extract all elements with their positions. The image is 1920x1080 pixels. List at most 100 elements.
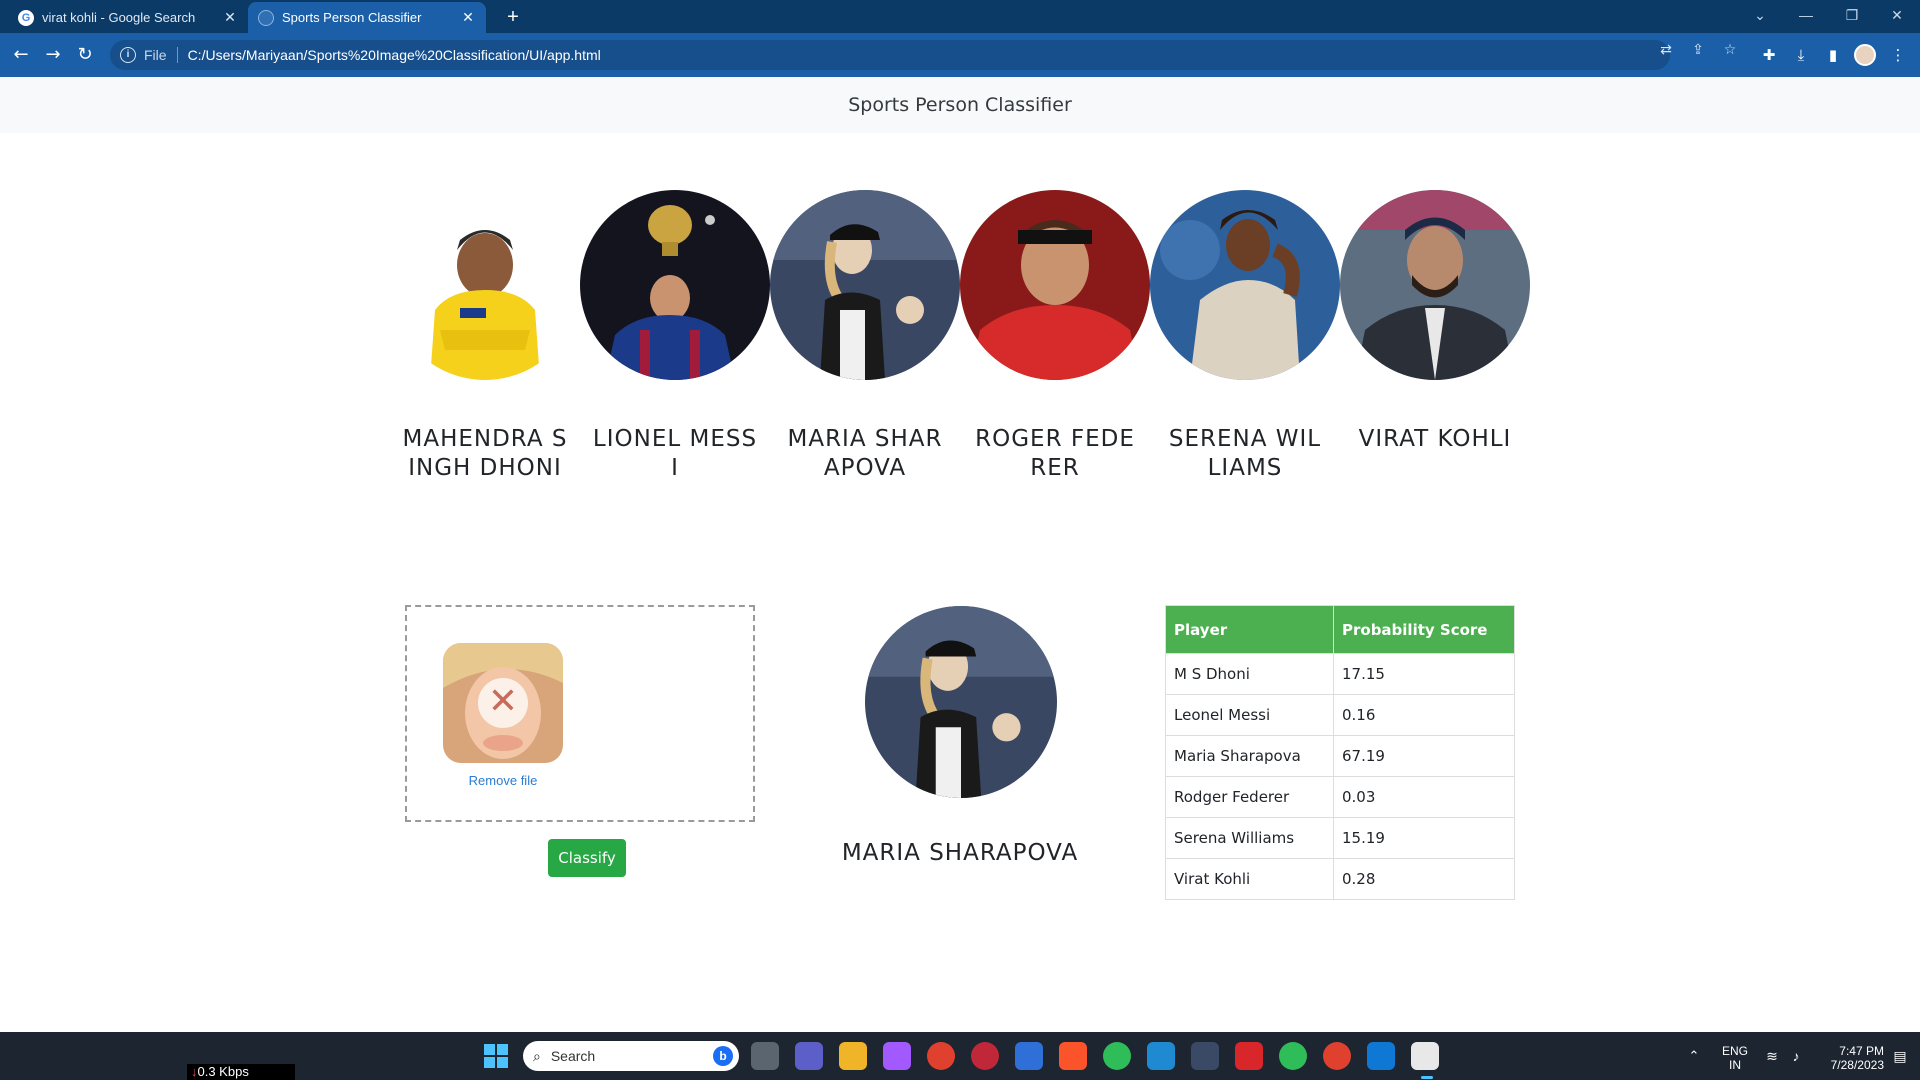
- clock-date: 7/28/2023: [1830, 1058, 1884, 1072]
- tab-search-icon[interactable]: ⌄: [1737, 0, 1783, 30]
- tray-chevron-up-icon[interactable]: ⌃: [1684, 1032, 1704, 1080]
- browser-toolbar: ← → ↻ i File C:/Users/Mariyaan/Sports%20…: [0, 33, 1920, 77]
- federer-photo-illustration: [960, 190, 1150, 380]
- player-cell: Rodger Federer: [1165, 776, 1334, 818]
- dhoni-photo-illustration: [390, 190, 580, 380]
- player-cell: Virat Kohli: [1165, 858, 1334, 900]
- net-speed-text: 0.3 Kbps: [197, 1064, 249, 1079]
- active-app-indicator: [1421, 1076, 1433, 1079]
- reload-icon[interactable]: ↻: [72, 42, 98, 68]
- clock-time: 7:47 PM: [1839, 1044, 1884, 1058]
- player-photo: [1150, 190, 1340, 380]
- address-bar[interactable]: i File C:/Users/Mariyaan/Sports%20Image%…: [110, 40, 1670, 70]
- player-cell: M S Dhoni: [1165, 653, 1334, 695]
- page-content: Sports Person Classifier MAHENDRA SINGH …: [0, 77, 1920, 1032]
- extensions-puzzle-icon[interactable]: ✚: [1756, 42, 1782, 68]
- page-title: Sports Person Classifier: [0, 77, 1920, 133]
- player-name: SERENA WILLIAMS: [1168, 426, 1322, 481]
- minimize-icon[interactable]: —: [1783, 0, 1829, 30]
- volume-icon[interactable]: ♪: [1786, 1032, 1806, 1080]
- table-row: Maria Sharapova 67.19: [1165, 735, 1515, 777]
- azure-data-studio-icon[interactable]: [1367, 1042, 1395, 1070]
- language-code: ENG: [1721, 1044, 1748, 1058]
- player-card-sharapova: MARIA SHARAPOVA: [770, 190, 960, 483]
- globe-favicon-icon: [258, 9, 274, 26]
- share-icon[interactable]: ⇪: [1688, 40, 1708, 60]
- player-card-messi: LIONEL MESSI: [580, 190, 770, 483]
- messi-photo-illustration: [580, 190, 770, 380]
- circular-app-icon[interactable]: [1103, 1042, 1131, 1070]
- side-panel-icon[interactable]: ▮: [1820, 42, 1846, 68]
- table-row: Serena Williams 15.19: [1165, 817, 1515, 859]
- download-icon[interactable]: ⤓: [1788, 42, 1814, 68]
- notification-icon[interactable]: ▤: [1890, 1032, 1910, 1080]
- serena-photo-illustration: [1150, 190, 1340, 380]
- player-photo: [1340, 190, 1530, 380]
- wifi-icon[interactable]: ≋: [1762, 1032, 1782, 1080]
- wps-office-icon[interactable]: [1235, 1042, 1263, 1070]
- network-speed-widget: ↓0.3 Kbps: [187, 1064, 295, 1080]
- vscode-icon[interactable]: [1147, 1042, 1175, 1070]
- table-row: M S Dhoni 17.15: [1165, 653, 1515, 695]
- figma-icon[interactable]: [883, 1042, 911, 1070]
- result-player-name: MARIA SHARAPOVA: [841, 840, 1079, 866]
- tab-label: virat kohli - Google Search: [42, 10, 196, 25]
- app-window-icon[interactable]: [1191, 1042, 1219, 1070]
- result-player-photo: [865, 606, 1057, 798]
- back-arrow-icon[interactable]: ←: [8, 42, 34, 68]
- site-info-icon[interactable]: i: [120, 47, 136, 63]
- player-name: VIRAT KOHLI: [1358, 426, 1512, 452]
- classify-button[interactable]: Classify: [548, 839, 626, 877]
- bing-icon[interactable]: b: [713, 1046, 733, 1066]
- url-text[interactable]: C:/Users/Mariyaan/Sports%20Image%20Class…: [188, 47, 601, 63]
- sharapova-photo-illustration: [770, 190, 960, 380]
- new-tab-button[interactable]: +: [500, 4, 526, 30]
- task-view-icon[interactable]: [751, 1042, 779, 1070]
- language-indicator[interactable]: ENG IN: [1718, 1032, 1752, 1080]
- player-photo: [770, 190, 960, 380]
- table-row: Leonel Messi 0.16: [1165, 694, 1515, 736]
- restore-icon[interactable]: ❐: [1829, 0, 1875, 30]
- browser-tabstrip: G virat kohli - Google Search ✕ Sports P…: [0, 0, 1920, 33]
- score-cell: 17.15: [1333, 653, 1515, 695]
- player-card-serena: SERENA WILLIAMS: [1150, 190, 1340, 483]
- menu-kebab-icon[interactable]: ⋮: [1885, 42, 1911, 68]
- active-app-icon[interactable]: [1411, 1042, 1439, 1070]
- teams-chat-icon[interactable]: [795, 1042, 823, 1070]
- chrome-profile-icon[interactable]: [1323, 1042, 1351, 1070]
- taskbar-search-box[interactable]: ⌕ Search b: [523, 1041, 739, 1071]
- close-tab-icon[interactable]: ✕: [222, 9, 238, 26]
- player-name: ROGER FEDERER: [975, 426, 1135, 481]
- column-header-probability: Probability Score: [1333, 605, 1515, 654]
- close-tab-icon[interactable]: ✕: [460, 9, 476, 26]
- image-dropzone[interactable]: ✕ Remove file: [405, 605, 755, 822]
- url-separator: [176, 47, 178, 63]
- uploaded-image-thumbnail: ✕: [443, 643, 563, 763]
- circular-app-2-icon[interactable]: [1279, 1042, 1307, 1070]
- remove-file-link[interactable]: Remove file: [443, 773, 563, 788]
- player-photo: [580, 190, 770, 380]
- translate-icon[interactable]: ⇄: [1656, 40, 1676, 60]
- player-name: MAHENDRA SINGH DHONI: [402, 426, 568, 481]
- column-header-player: Player: [1165, 605, 1334, 654]
- taskbar-search-placeholder: Search: [550, 1048, 596, 1064]
- forward-arrow-icon[interactable]: →: [40, 42, 66, 68]
- google-favicon-icon: G: [18, 9, 34, 26]
- tab-google-search[interactable]: G virat kohli - Google Search ✕: [8, 2, 248, 33]
- tab-sports-person-classifier[interactable]: Sports Person Classifier ✕: [248, 2, 486, 33]
- chrome-icon[interactable]: [927, 1042, 955, 1070]
- close-window-icon[interactable]: ✕: [1874, 0, 1920, 30]
- security-app-icon[interactable]: [971, 1042, 999, 1070]
- clock[interactable]: 7:47 PM 7/28/2023: [1812, 1032, 1884, 1080]
- profile-avatar[interactable]: [1854, 44, 1876, 66]
- brave-browser-icon[interactable]: [1059, 1042, 1087, 1070]
- table-row: Virat Kohli 0.28: [1165, 858, 1515, 900]
- shield-app-icon[interactable]: [1015, 1042, 1043, 1070]
- remove-file-x-icon[interactable]: ✕: [478, 678, 528, 728]
- player-cell: Serena Williams: [1165, 817, 1334, 859]
- url-scheme: File: [144, 47, 167, 63]
- windows-start-icon[interactable]: [484, 1044, 508, 1068]
- bookmark-star-icon[interactable]: ☆: [1720, 40, 1740, 60]
- player-card-federer: ROGER FEDERER: [960, 190, 1150, 483]
- file-explorer-icon[interactable]: [839, 1042, 867, 1070]
